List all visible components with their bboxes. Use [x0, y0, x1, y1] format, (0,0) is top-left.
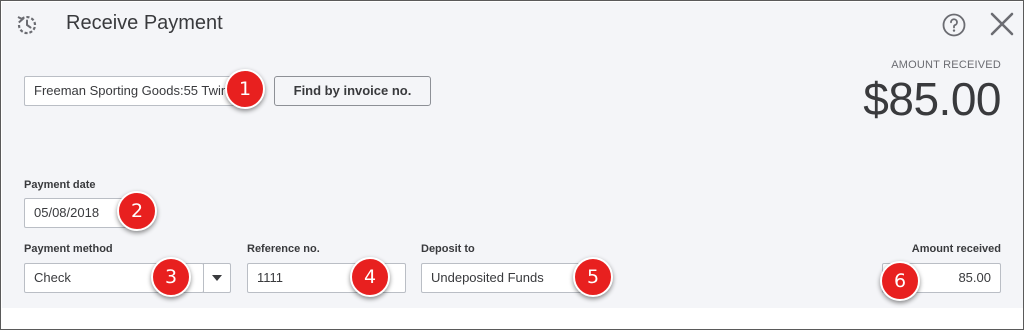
history-icon[interactable]	[14, 12, 40, 38]
chevron-down-icon	[212, 275, 222, 281]
amount-received-summary-label: AMOUNT RECEIVED	[891, 59, 1001, 71]
amount-received-summary-value: $85.00	[863, 73, 1001, 125]
callout-badge-1: 1	[225, 69, 265, 109]
find-by-invoice-button[interactable]: Find by invoice no.	[274, 76, 431, 106]
callout-badge-6: 6	[880, 261, 920, 301]
customer-field[interactable]: Freeman Sporting Goods:55 Twin	[24, 76, 256, 106]
reference-no-label: Reference no.	[247, 243, 320, 255]
window-header: Receive Payment	[2, 2, 1023, 46]
callout-badge-2: 2	[117, 191, 157, 231]
amount-received-label: Amount received	[911, 243, 1001, 255]
payment-date-field[interactable]: 05/08/2018	[24, 198, 128, 228]
payment-method-dropdown-button[interactable]	[203, 263, 231, 293]
receive-payment-panel: Receive Payment AMOUNT RECEIVED $85.00 F…	[2, 2, 1023, 308]
deposit-to-label: Deposit to	[421, 243, 475, 255]
payment-date-label: Payment date	[24, 179, 96, 191]
help-icon[interactable]	[942, 13, 966, 37]
payment-method-label: Payment method	[24, 243, 113, 255]
page-title: Receive Payment	[66, 12, 223, 34]
callout-badge-5: 5	[573, 257, 613, 297]
callout-badge-4: 4	[350, 257, 390, 297]
close-icon[interactable]	[990, 12, 1014, 36]
callout-badge-3: 3	[151, 257, 191, 297]
receive-payment-window: Receive Payment AMOUNT RECEIVED $85.00 F…	[0, 0, 1024, 330]
